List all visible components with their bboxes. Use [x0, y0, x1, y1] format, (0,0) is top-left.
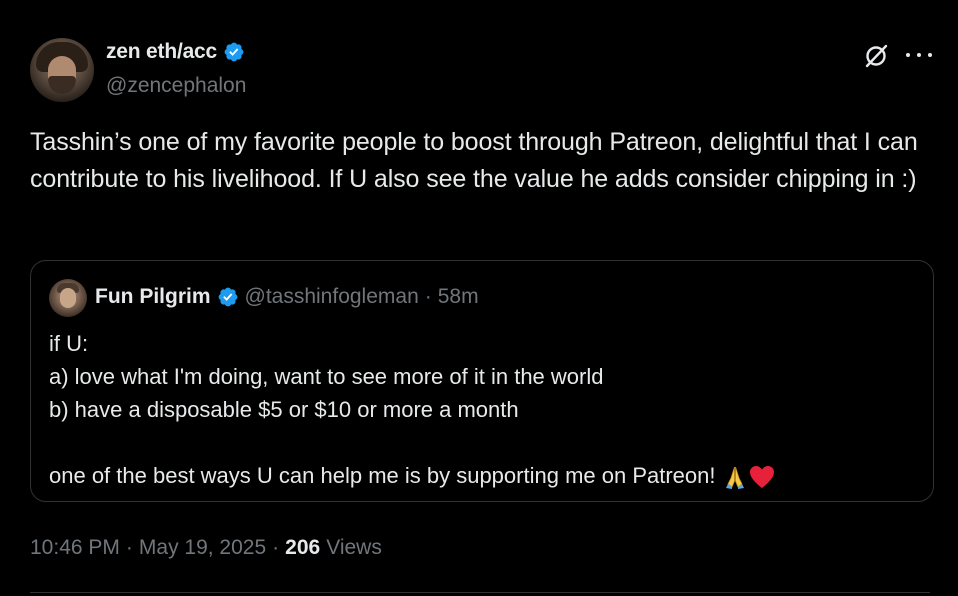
avatar-face [60, 288, 76, 308]
author-display-name-row[interactable]: zen eth/acc [106, 40, 245, 64]
quoted-line: one of the best ways U can help me is by… [49, 463, 716, 488]
tweet-text: Tasshin’s one of my favorite people to b… [30, 128, 918, 193]
views-label: Views [326, 536, 382, 559]
separator-dot: · [125, 536, 133, 559]
quoted-tweet-time[interactable]: 58m [438, 285, 479, 309]
grok-icon[interactable] [862, 42, 890, 70]
author-display-name[interactable]: zen eth/acc [106, 40, 217, 64]
author-avatar[interactable] [30, 38, 94, 102]
quoted-line: a) love what I'm doing, want to see more… [49, 364, 604, 389]
quoted-author-handle[interactable]: @tasshinfogleman [245, 285, 419, 309]
more-options-icon[interactable] [906, 48, 932, 62]
tweet-meta: 10:46 PM · May 19, 2025 · 206 Views [30, 536, 382, 560]
quoted-tweet-header: Fun Pilgrim @tasshinfogleman · 58m [95, 285, 479, 309]
tweet-time[interactable]: 10:46 PM [30, 536, 120, 560]
verified-badge-icon[interactable] [223, 41, 245, 63]
separator-dot: · [272, 536, 280, 559]
quoted-tweet-card[interactable]: Fun Pilgrim @tasshinfogleman · 58m if U:… [30, 260, 934, 502]
divider [30, 592, 930, 593]
avatar-beard [48, 76, 76, 94]
quoted-author-display-name[interactable]: Fun Pilgrim [95, 285, 211, 309]
quoted-author-avatar[interactable] [49, 279, 87, 317]
quoted-line-last: one of the best ways U can help me is by… [49, 459, 909, 492]
folded-hands-emoji-icon [725, 467, 744, 490]
views-count: 206 [285, 536, 321, 559]
quoted-line: b) have a disposable $5 or $10 or more a… [49, 397, 519, 422]
quoted-tweet-text: if U: a) love what I'm doing, want to se… [49, 327, 909, 492]
quoted-line: if U: [49, 331, 89, 356]
quoted-line [49, 426, 909, 459]
tweet-date[interactable]: May 19, 2025 [139, 536, 266, 560]
author-handle[interactable]: @zencephalon [106, 74, 246, 98]
separator-dot: · [424, 285, 432, 308]
verified-badge-icon[interactable] [217, 286, 239, 308]
red-heart-emoji-icon [749, 466, 774, 489]
